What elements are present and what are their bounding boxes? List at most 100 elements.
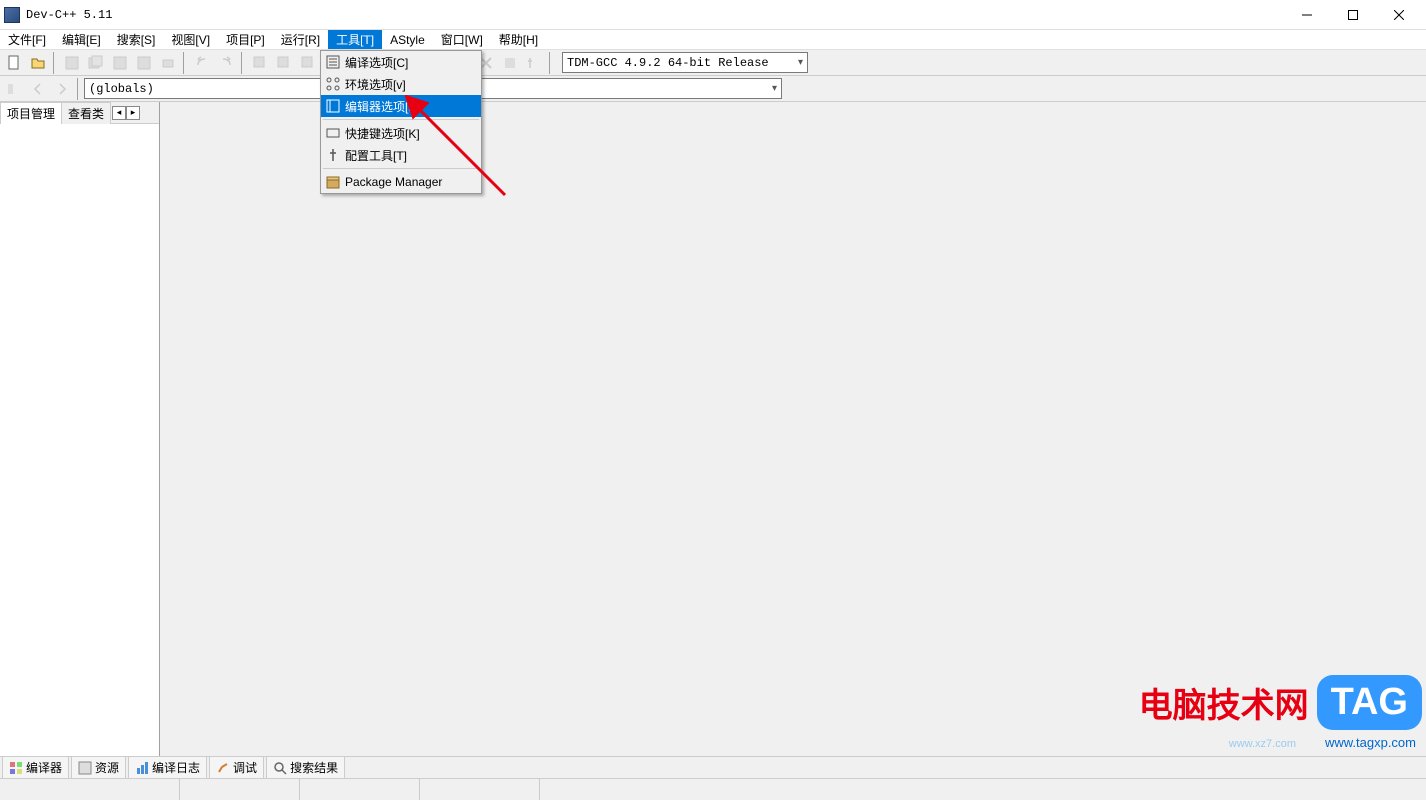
editor-area[interactable] xyxy=(160,102,1426,756)
tab-compile-log-label: 编译日志 xyxy=(152,759,200,776)
shortcut-icon xyxy=(321,122,345,144)
config-tools-icon xyxy=(321,144,345,166)
menu-editor-options[interactable]: 编辑器选项[E] xyxy=(321,95,481,117)
menu-run[interactable]: 运行[R] xyxy=(273,30,328,49)
menu-file[interactable]: 文件[F] xyxy=(0,30,54,49)
save-all-button xyxy=(85,52,107,74)
nav-back-button xyxy=(27,78,49,100)
tab-compile-log[interactable]: 编译日志 xyxy=(128,756,207,779)
menu-search[interactable]: 搜索[S] xyxy=(109,30,164,49)
tab-scroll-left-button[interactable]: ◂ xyxy=(112,106,126,120)
menu-help[interactable]: 帮助[H] xyxy=(491,30,546,49)
toolbar-separator xyxy=(77,78,81,100)
menu-edit[interactable]: 编辑[E] xyxy=(54,30,109,49)
tab-search-result[interactable]: 搜索结果 xyxy=(266,756,345,779)
find-in-files-button xyxy=(297,52,319,74)
status-cell-5 xyxy=(540,779,1426,800)
clean-button xyxy=(523,52,545,74)
compiler-select[interactable]: TDM-GCC 4.9.2 64-bit Release ▾ xyxy=(562,52,808,73)
close-button[interactable] xyxy=(1376,0,1422,30)
menu-separator xyxy=(323,119,479,120)
open-file-button[interactable] xyxy=(27,52,49,74)
tab-class-view[interactable]: 查看类 xyxy=(61,102,111,124)
watermark-url: www.tagxp.com xyxy=(1325,735,1416,750)
menu-view[interactable]: 视图[V] xyxy=(163,30,218,49)
menu-compile-options[interactable]: 编译选项[C] xyxy=(321,51,481,73)
package-icon xyxy=(321,171,345,193)
sidebar: 项目管理 查看类 ◂ ▸ xyxy=(0,102,160,756)
project-tree[interactable] xyxy=(0,124,159,756)
toolbar-separator xyxy=(549,52,553,74)
debug-icon xyxy=(216,761,230,775)
tab-resource-label: 资源 xyxy=(95,759,119,776)
watermark-url-2: www.xz7.com xyxy=(1229,738,1296,750)
undo-button xyxy=(191,52,213,74)
status-cell-1 xyxy=(0,779,180,800)
watermark-text: 电脑技术网 xyxy=(1139,678,1309,727)
status-cell-2 xyxy=(180,779,300,800)
toolbar-separator xyxy=(183,52,187,74)
chevron-down-icon: ▾ xyxy=(798,57,803,69)
tab-compiler-label: 编译器 xyxy=(26,759,62,776)
main-toolbar: TDM-GCC 4.9.2 64-bit Release ▾ xyxy=(0,50,1426,76)
nav-new-button xyxy=(3,78,25,100)
compiler-icon xyxy=(9,761,23,775)
window-title: Dev-C++ 5.11 xyxy=(26,8,1284,22)
tab-debug-label: 调试 xyxy=(233,759,257,776)
compiler-select-value: TDM-GCC 4.9.2 64-bit Release xyxy=(567,56,769,70)
menu-shortcut-options-label: 快捷键选项[K] xyxy=(345,125,420,142)
maximize-button[interactable] xyxy=(1330,0,1376,30)
menu-config-tools[interactable]: 配置工具[T] xyxy=(321,144,481,166)
tab-debug[interactable]: 调试 xyxy=(209,756,264,779)
menu-env-options[interactable]: 环境选项[v] xyxy=(321,73,481,95)
minimize-button[interactable] xyxy=(1284,0,1330,30)
menu-tools[interactable]: 工具[T] xyxy=(328,30,382,49)
menubar: 文件[F] 编辑[E] 搜索[S] 视图[V] 项目[P] 运行[R] 工具[T… xyxy=(0,30,1426,50)
search-icon xyxy=(273,761,287,775)
menu-project[interactable]: 项目[P] xyxy=(218,30,273,49)
tab-project-manager[interactable]: 项目管理 xyxy=(0,102,62,124)
window-controls xyxy=(1284,0,1422,30)
tab-search-result-label: 搜索结果 xyxy=(290,759,338,776)
log-icon xyxy=(135,761,149,775)
nav-forward-button xyxy=(51,78,73,100)
content-area: 项目管理 查看类 ◂ ▸ xyxy=(0,102,1426,756)
menu-separator xyxy=(323,168,479,169)
app-icon xyxy=(4,7,20,23)
menu-editor-options-label: 编辑器选项[E] xyxy=(345,98,420,115)
chevron-down-icon: ▾ xyxy=(772,83,777,95)
new-file-button[interactable] xyxy=(3,52,25,74)
menu-compile-options-label: 编译选项[C] xyxy=(345,54,408,71)
env-options-icon xyxy=(321,73,345,95)
toolbar-separator xyxy=(53,52,57,74)
scope-combo-value: (globals) xyxy=(89,82,154,96)
editor-options-icon xyxy=(321,95,345,117)
statusbar xyxy=(0,778,1426,800)
tools-dropdown: 编译选项[C] 环境选项[v] 编辑器选项[E] 快捷键选项[K] 配置工具[T… xyxy=(320,50,482,194)
tab-scroll-right-button[interactable]: ▸ xyxy=(126,106,140,120)
status-cell-3 xyxy=(300,779,420,800)
tab-compiler[interactable]: 编译器 xyxy=(2,756,69,779)
watermark: 电脑技术网 TAG xyxy=(1139,675,1422,730)
watermark-badge: TAG xyxy=(1317,675,1422,730)
menu-astyle[interactable]: AStyle xyxy=(382,30,433,49)
profile-button xyxy=(499,52,521,74)
tab-resource[interactable]: 资源 xyxy=(71,756,126,779)
resource-icon xyxy=(78,761,92,775)
menu-shortcut-options[interactable]: 快捷键选项[K] xyxy=(321,122,481,144)
menu-window[interactable]: 窗口[W] xyxy=(433,30,491,49)
menu-config-tools-label: 配置工具[T] xyxy=(345,147,407,164)
bottom-tabs: 编译器 资源 编译日志 调试 搜索结果 xyxy=(0,756,1426,778)
find-button xyxy=(249,52,271,74)
save-as-button xyxy=(109,52,131,74)
replace-button xyxy=(273,52,295,74)
nav-toolbar: (globals) ▾ ▾ xyxy=(0,76,1426,102)
titlebar: Dev-C++ 5.11 xyxy=(0,0,1426,30)
menu-env-options-label: 环境选项[v] xyxy=(345,76,406,93)
status-cell-4 xyxy=(420,779,540,800)
close-button-tb xyxy=(133,52,155,74)
toolbar-separator xyxy=(241,52,245,74)
compile-options-icon xyxy=(321,51,345,73)
menu-package-manager[interactable]: Package Manager xyxy=(321,171,481,193)
print-button xyxy=(157,52,179,74)
